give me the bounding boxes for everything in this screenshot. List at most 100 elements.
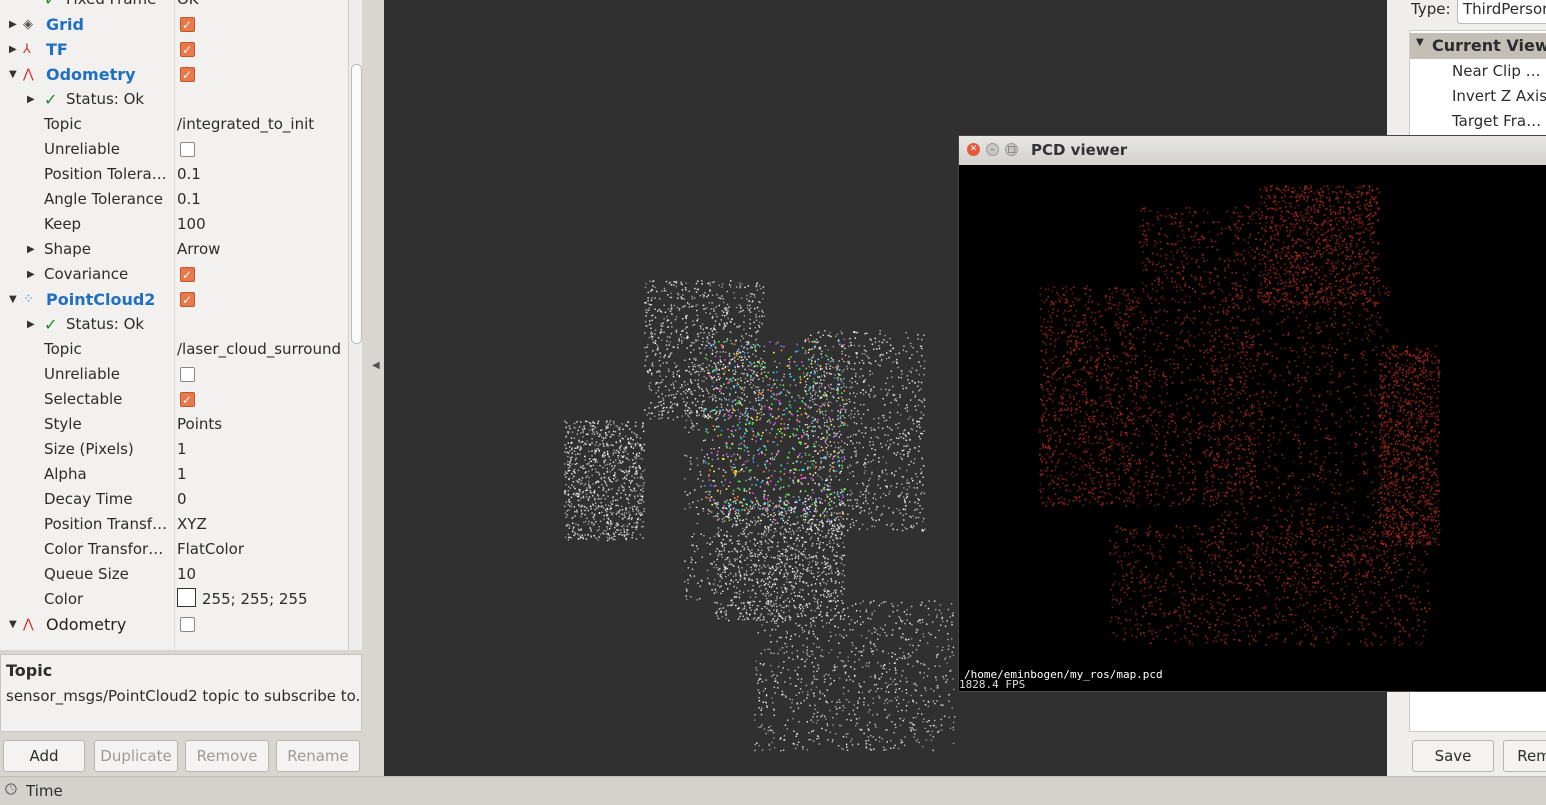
expand-arrow-icon[interactable]: ▶ — [27, 262, 35, 287]
property-checkbox[interactable] — [180, 617, 195, 632]
property-checkbox[interactable] — [180, 142, 195, 157]
property-value[interactable]: /integrated_to_init — [177, 115, 314, 133]
maximize-icon[interactable]: □ — [1005, 143, 1018, 156]
property-row[interactable]: Color255; 255; 255 — [0, 587, 348, 612]
collapse-arrow-icon[interactable]: ▼ — [9, 612, 17, 637]
property-value-cell[interactable]: Points — [177, 412, 222, 437]
panel-splitter[interactable]: ◀ — [362, 0, 384, 776]
property-row[interactable]: Position Tolera…0.1 — [0, 162, 348, 187]
color-swatch[interactable] — [177, 588, 196, 607]
remove-view-button[interactable]: Rem — [1503, 740, 1546, 772]
property-checkbox[interactable] — [180, 42, 195, 57]
property-value[interactable]: 0.1 — [177, 165, 201, 183]
minimize-icon[interactable]: – — [986, 143, 999, 156]
save-view-button[interactable]: Save — [1412, 740, 1494, 772]
property-value-cell[interactable]: 10 — [177, 562, 196, 587]
property-row[interactable]: Selectable — [0, 387, 348, 412]
property-value-cell[interactable]: 1 — [177, 462, 187, 487]
expand-arrow-icon[interactable]: ▶ — [9, 37, 17, 62]
collapse-arrow-icon[interactable]: ▼ — [9, 287, 17, 312]
property-row[interactable]: Size (Pixels)1 — [0, 437, 348, 462]
expand-icon[interactable]: ▼ — [1416, 37, 1424, 48]
property-row[interactable]: Decay Time0 — [0, 487, 348, 512]
property-value-cell[interactable]: 0.1 — [177, 162, 201, 187]
near-clip-prop[interactable]: Near Clip … — [1452, 62, 1541, 80]
property-value-cell[interactable]: 100 — [177, 212, 206, 237]
property-row[interactable]: Keep 100 — [0, 212, 348, 237]
close-icon[interactable]: ✕ — [967, 143, 980, 156]
property-checkbox[interactable] — [180, 367, 195, 382]
property-row[interactable]: ▶⅄TF — [0, 37, 348, 62]
property-row[interactable]: StylePoints — [0, 412, 348, 437]
collapse-arrow-icon[interactable]: ▼ — [9, 62, 17, 87]
property-value[interactable]: 1 — [177, 440, 187, 458]
property-value-cell[interactable]: OK — [177, 0, 199, 12]
property-value[interactable]: FlatColor — [177, 540, 244, 558]
expand-arrow-icon[interactable]: ▶ — [27, 312, 35, 337]
add-button[interactable]: Add — [3, 740, 85, 772]
expand-arrow-icon[interactable]: ▶ — [27, 87, 35, 112]
target-frame-prop[interactable]: Target Fra… — [1452, 112, 1541, 130]
property-row[interactable]: Unreliable — [0, 362, 348, 387]
view-type-value: ThirdPerson — [1463, 0, 1546, 18]
property-row[interactable]: ▶Covariance — [0, 262, 348, 287]
collapse-left-icon[interactable]: ◀ — [372, 360, 380, 371]
property-row[interactable]: Queue Size10 — [0, 562, 348, 587]
property-row[interactable]: Unreliable — [0, 137, 348, 162]
property-row[interactable]: Alpha1 — [0, 462, 348, 487]
property-value[interactable]: 100 — [177, 215, 206, 233]
property-row[interactable]: Topic/laser_cloud_surround — [0, 337, 348, 362]
property-row[interactable]: Topic/integrated_to_init — [0, 112, 348, 137]
property-value[interactable]: Arrow — [177, 240, 220, 258]
duplicate-button[interactable]: Duplicate — [94, 740, 178, 772]
property-checkbox[interactable] — [180, 17, 195, 32]
property-row[interactable]: ▶ShapeArrow — [0, 237, 348, 262]
property-value[interactable]: Points — [177, 415, 222, 433]
property-value[interactable]: XYZ — [177, 515, 207, 533]
property-value[interactable]: /laser_cloud_surround — [177, 340, 341, 358]
view-type-select[interactable]: ThirdPerson — [1457, 0, 1546, 24]
property-value[interactable]: 1 — [177, 465, 187, 483]
property-row[interactable]: ▼⁘PointCloud2 — [0, 287, 348, 312]
property-checkbox[interactable] — [180, 392, 195, 407]
property-value[interactable]: OK — [177, 0, 199, 8]
property-value-cell[interactable]: /integrated_to_init — [177, 112, 314, 137]
property-row[interactable]: ▼⋀Odometry — [0, 62, 348, 87]
property-value-cell[interactable]: XYZ — [177, 512, 207, 537]
property-value[interactable]: 0.1 — [177, 190, 201, 208]
property-row[interactable]: ✓Fixed FrameOK — [0, 0, 348, 12]
property-checkbox[interactable] — [180, 267, 195, 282]
invert-z-prop[interactable]: Invert Z Axis — [1452, 87, 1546, 105]
property-row[interactable]: Position Transf…XYZ — [0, 512, 348, 537]
property-checkbox[interactable] — [180, 292, 195, 307]
property-row[interactable]: ▼⋀Odometry — [0, 612, 348, 637]
scrollbar-thumb[interactable] — [351, 64, 362, 344]
property-value-cell[interactable]: /laser_cloud_surround — [177, 337, 341, 362]
property-value-cell[interactable]: 1 — [177, 437, 187, 462]
property-value-cell[interactable]: 255; 255; 255 — [177, 587, 308, 612]
displays-scrollbar[interactable] — [348, 0, 362, 650]
property-description: Topic sensor_msgs/PointCloud2 topic to s… — [0, 654, 362, 732]
remove-button[interactable]: Remove — [185, 740, 269, 772]
property-row[interactable]: ▶✓Status: Ok — [0, 312, 348, 337]
property-value-cell[interactable]: 0 — [177, 487, 187, 512]
expand-arrow-icon[interactable]: ▶ — [9, 12, 17, 37]
property-value-cell[interactable]: Arrow — [177, 237, 220, 262]
property-row[interactable]: Angle Tolerance0.1 — [0, 187, 348, 212]
property-checkbox[interactable] — [180, 67, 195, 82]
property-value-cell[interactable]: 0.1 — [177, 187, 201, 212]
property-value[interactable]: 10 — [177, 565, 196, 583]
rename-button[interactable]: Rename — [276, 740, 360, 772]
current-view-row[interactable]: ▼ Current View — [1410, 33, 1546, 59]
property-value[interactable]: 255; 255; 255 — [202, 590, 308, 608]
property-row[interactable]: Color Transfor…FlatColor — [0, 537, 348, 562]
property-row[interactable]: ▶✓Status: Ok — [0, 87, 348, 112]
expand-arrow-icon[interactable]: ▶ — [27, 237, 35, 262]
property-value[interactable]: 0 — [177, 490, 187, 508]
property-value-cell[interactable]: FlatColor — [177, 537, 244, 562]
property-row[interactable]: ▶◈Grid — [0, 12, 348, 37]
pcd-canvas[interactable]: /home/eminbogen/my_ros/map.pcd 1828.4 FP… — [959, 165, 1546, 691]
description-text: sensor_msgs/PointCloud2 topic to subscri… — [6, 687, 360, 705]
property-name: Keep — [44, 212, 170, 237]
pcd-titlebar[interactable]: ✕ – □ PCD viewer — [959, 136, 1546, 165]
